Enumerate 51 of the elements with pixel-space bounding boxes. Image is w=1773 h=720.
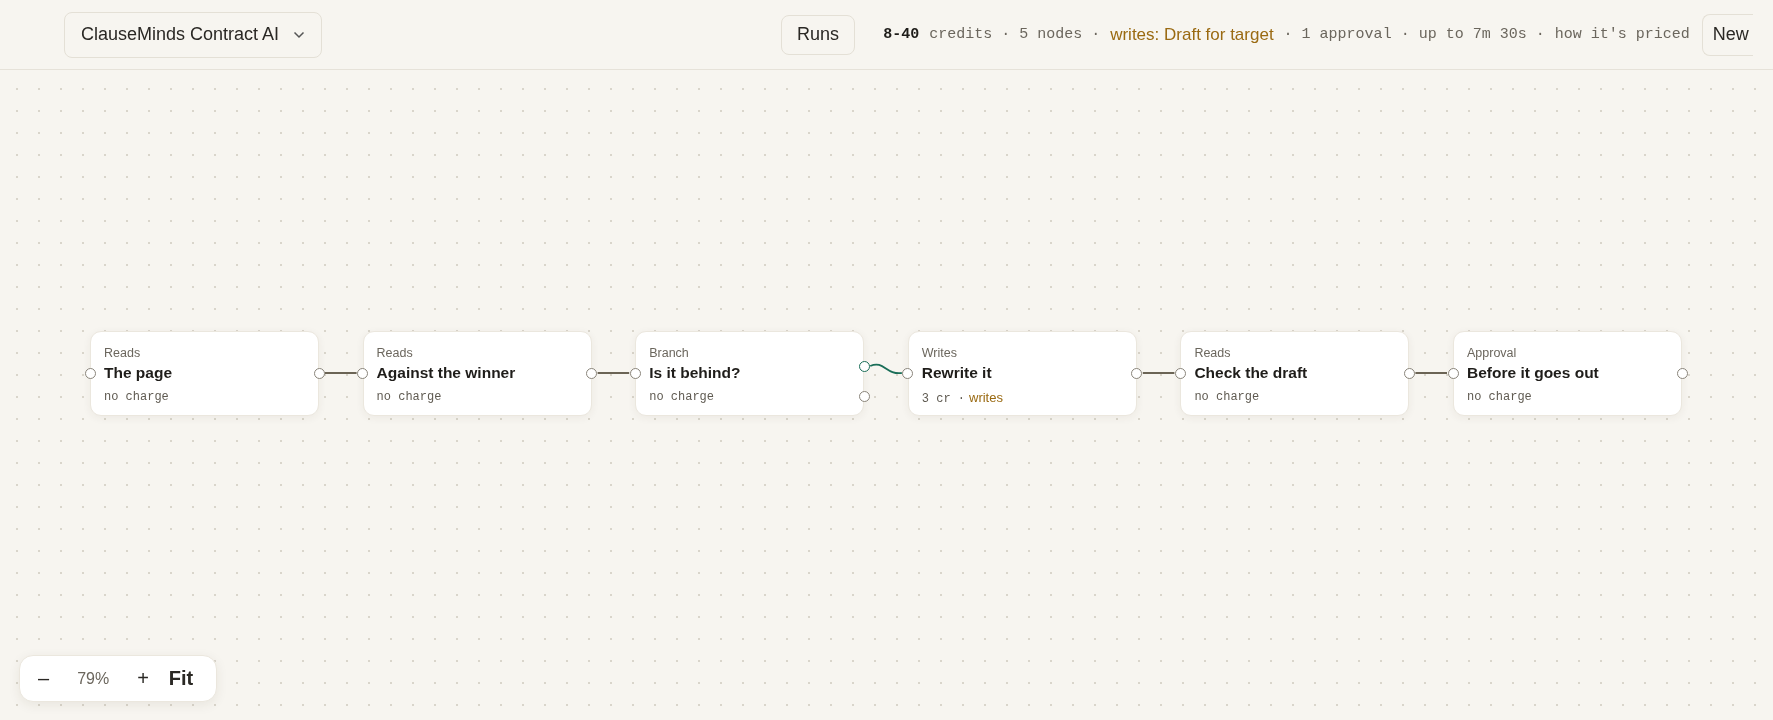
node-cost: no charge <box>104 390 169 404</box>
node-cost: no charge <box>376 390 442 404</box>
port-handle[interactable] <box>1174 367 1186 379</box>
zoom-in-button[interactable]: + <box>131 667 155 690</box>
node-title: Rewrite it <box>921 364 993 382</box>
zoom-out-button[interactable]: – <box>32 667 56 690</box>
runs-button[interactable]: Runs <box>781 14 856 55</box>
workflow-node[interactable]: Approval Before it goes out no charge <box>1453 331 1682 416</box>
node-type-label: Reads <box>376 346 414 360</box>
workflow-node[interactable]: Reads The page no charge <box>90 331 319 416</box>
port-handle[interactable] <box>357 367 369 379</box>
project-dropdown[interactable]: ClauseMinds Contract AI <box>64 11 323 58</box>
port-handle[interactable] <box>1447 367 1459 379</box>
node-type-label: Writes <box>921 346 958 360</box>
workflow-node[interactable]: Writes Rewrite it 3 cr · writes <box>907 331 1137 416</box>
zoom-level: 79% <box>77 669 110 688</box>
summary-text: · 1 approval · up to 7m 30s · <box>1283 26 1545 43</box>
port-handle[interactable] <box>902 367 914 379</box>
node-title: Against the winner <box>376 364 517 382</box>
chevron-down-icon <box>293 30 306 39</box>
node-type-label: Reads <box>104 346 142 360</box>
port-handle[interactable] <box>629 367 641 379</box>
node-type-label: Reads <box>1194 346 1232 360</box>
node-title: Before it goes out <box>1467 364 1600 382</box>
credits-range: 8-40 <box>883 26 920 43</box>
port-handle[interactable] <box>1131 367 1143 379</box>
workflow-node[interactable]: Reads Against the winner no charge <box>362 331 592 416</box>
workflow-node[interactable]: Branch Is it behind? no charge <box>635 331 865 416</box>
port-handle[interactable] <box>84 367 96 379</box>
port-handle[interactable] <box>858 390 870 402</box>
node-type-label: Branch <box>649 346 690 360</box>
port-handle[interactable] <box>586 367 598 379</box>
new-button[interactable]: New <box>1701 13 1753 56</box>
fit-button[interactable]: Fit <box>162 667 200 690</box>
node-type-label: Approval <box>1467 346 1518 360</box>
node-cost: no charge <box>1467 390 1532 404</box>
port-handle[interactable] <box>1676 367 1688 379</box>
node-cost: no charge <box>649 390 714 404</box>
port-handle[interactable] <box>1403 367 1415 379</box>
node-cost: no charge <box>1194 390 1260 404</box>
node-tag: writes <box>969 390 1003 405</box>
port-handle[interactable] <box>858 360 870 372</box>
node-cost: 3 cr · <box>921 392 965 406</box>
node-title: Check the draft <box>1194 364 1309 382</box>
node-title: Is it behind? <box>649 364 742 382</box>
writes-summary: writes: Draft for target <box>1110 24 1274 45</box>
pricing-link[interactable]: how it's priced <box>1554 26 1690 43</box>
summary-text: credits · 5 nodes · <box>929 26 1101 43</box>
workflow-node[interactable]: Reads Check the draft no charge <box>1180 331 1410 416</box>
port-handle[interactable] <box>313 367 325 379</box>
node-title: The page <box>104 364 174 382</box>
